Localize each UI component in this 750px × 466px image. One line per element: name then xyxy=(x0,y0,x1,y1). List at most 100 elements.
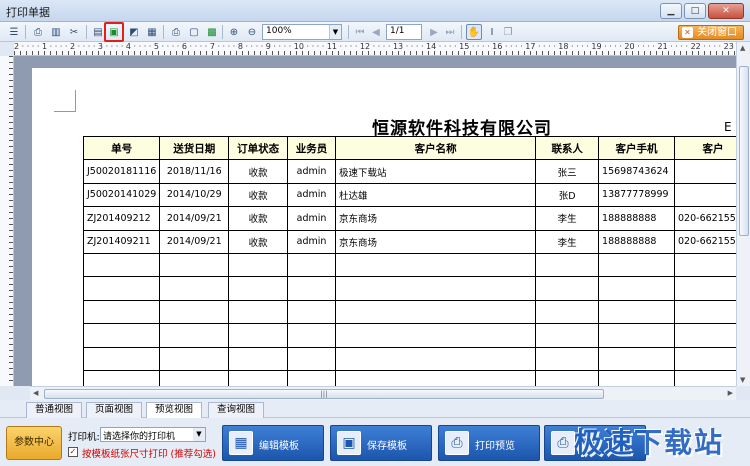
report-canvas[interactable]: 恒源软件科技有限公司 E 单号 送货日期 订单状态 业务员 客户名称 联系人 客户手机 客户 … xyxy=(14,56,736,386)
table-cell xyxy=(674,369,736,386)
table-cell xyxy=(82,276,161,301)
column-header: 客户 xyxy=(674,135,736,161)
horizontal-ruler: 2 · · · · 1 · · · · 2 · · · · 3 · · · · … xyxy=(14,42,736,56)
zoom-select[interactable]: 100% ▼ xyxy=(262,24,342,40)
column-header: 客户名称 xyxy=(334,135,537,161)
table-cell xyxy=(287,252,336,278)
prev-page-icon[interactable]: ◀ xyxy=(368,24,384,40)
text-cursor-icon[interactable]: I xyxy=(484,24,500,40)
vertical-scrollbar[interactable]: ▲ ▼ xyxy=(736,42,750,386)
paper-size-checkbox[interactable]: ✓ xyxy=(68,447,78,457)
watermark-logo-text: 极速下载站 xyxy=(574,426,725,459)
scroll-left-icon[interactable]: ◀ xyxy=(33,389,38,397)
preview-icon[interactable]: ▢ xyxy=(186,24,202,40)
horizontal-scrollbar[interactable]: ◀ ||| ▶ xyxy=(30,386,736,400)
tab-preview-view[interactable]: 预览视图 xyxy=(146,402,203,418)
scroll-down-icon[interactable]: ▼ xyxy=(740,376,745,384)
scroll-right-icon[interactable]: ▶ xyxy=(728,389,733,397)
table-cell: J50020141029 xyxy=(82,182,161,208)
table-cell xyxy=(598,276,676,301)
table-cell xyxy=(674,323,736,348)
maximize-button[interactable]: □ xyxy=(684,3,706,19)
table-cell xyxy=(674,252,736,278)
close-window-button[interactable]: ✕ 关闭窗口 xyxy=(678,25,744,40)
close-icon: ✕ xyxy=(682,27,693,38)
table-body: J50020181116 2018/11/16 收款 admin 极速下载站 张三 1569… xyxy=(82,159,736,386)
save-template-label: 保存模板 xyxy=(367,441,407,452)
toolbar-separator xyxy=(163,25,164,39)
edit-template-button[interactable]: ▦ 编辑模板 xyxy=(222,425,324,461)
table-cell: 收款 xyxy=(228,229,289,254)
table-cell: admin xyxy=(287,182,336,208)
table-cell: 2014/10/29 xyxy=(159,182,230,208)
copy-icon[interactable]: ❐ xyxy=(500,24,516,40)
save-icon[interactable]: ▩ xyxy=(204,24,220,40)
table-cell xyxy=(674,182,736,208)
export-pdf-icon[interactable]: ◩ xyxy=(126,24,142,40)
book-icon[interactable]: ▥ xyxy=(48,24,64,40)
table-cell: 188888888 xyxy=(598,206,676,231)
column-header: 客户手机 xyxy=(598,135,676,161)
hand-icon[interactable]: ✋ xyxy=(466,24,482,40)
table-cell: 2014/09/21 xyxy=(159,206,230,231)
printer-select[interactable]: 请选择你的打印机 ▼ xyxy=(100,427,206,442)
window-close-button[interactable]: ✕ xyxy=(708,3,744,19)
scroll-up-icon[interactable]: ▲ xyxy=(740,44,745,52)
tab-normal-view[interactable]: 普通视图 xyxy=(26,402,83,418)
title-bar: 打印单据 ▁ □ ✕ xyxy=(0,0,750,22)
table-cell: 张三 xyxy=(535,159,600,184)
table-cell xyxy=(598,252,676,278)
table-cell: ZJ201409211 xyxy=(82,229,161,254)
tools-icon[interactable]: ✂ xyxy=(66,24,82,40)
printer-label: 打印机: xyxy=(68,432,100,443)
table-cell: 收款 xyxy=(228,182,289,208)
table-cell: 张D xyxy=(535,182,600,208)
param-center-button[interactable]: 参数中心 xyxy=(6,426,62,460)
table-cell: admin xyxy=(287,159,336,184)
truncated-text: E xyxy=(724,120,732,134)
first-page-icon[interactable]: ⏮ xyxy=(352,24,368,40)
table-cell xyxy=(535,346,600,371)
table-cell xyxy=(334,276,537,301)
printer-value: 请选择你的打印机 xyxy=(103,432,176,442)
vertical-scroll-thumb[interactable] xyxy=(739,66,749,236)
zoom-in-icon[interactable]: ⊕ xyxy=(226,24,242,40)
print-icon[interactable]: ⎙ xyxy=(30,24,46,40)
export-image-icon[interactable]: ▦ xyxy=(144,24,160,40)
next-page-icon[interactable]: ▶ xyxy=(426,24,442,40)
table-cell xyxy=(287,323,336,348)
table-cell xyxy=(159,276,230,301)
page-number-field[interactable]: 1/1 xyxy=(386,24,422,40)
chevron-down-icon: ▼ xyxy=(329,25,341,39)
save-template-button[interactable]: ▣ 保存模板 xyxy=(330,425,432,461)
ruler-numbers: 2 · · · · 1 · · · · 2 · · · · 3 · · · · … xyxy=(14,42,736,51)
export-excel-icon[interactable]: ▣ xyxy=(104,22,124,42)
list-icon[interactable]: ☰ xyxy=(6,24,22,40)
print-icon-2[interactable]: ⎙ xyxy=(168,24,184,40)
table-cell: 020-66215500 xyxy=(674,206,736,231)
table-cell xyxy=(228,323,289,348)
table-cell xyxy=(159,346,230,371)
zoom-out-icon[interactable]: ⊖ xyxy=(244,24,260,40)
table-cell xyxy=(82,299,161,325)
table-cell: 京东商场 xyxy=(334,206,537,231)
tab-page-view[interactable]: 页面视图 xyxy=(86,402,143,418)
column-header: 订单状态 xyxy=(228,135,289,161)
table-cell: 2014/09/21 xyxy=(159,229,230,254)
table-cell xyxy=(674,346,736,371)
table-cell: ZJ201409212 xyxy=(82,206,161,231)
table-cell xyxy=(535,276,600,301)
table-row: ZJ201409212 2014/09/21 收款 admin 京东商场 李生 188888… xyxy=(82,206,736,231)
table-cell xyxy=(598,369,676,386)
table-cell: admin xyxy=(287,206,336,231)
print-preview-button[interactable]: ⎙ 打印预览 xyxy=(438,425,540,461)
last-page-icon[interactable]: ⏭ xyxy=(442,24,458,40)
horizontal-scroll-thumb[interactable]: ||| xyxy=(44,389,604,399)
table-cell: admin xyxy=(287,229,336,254)
tab-query-view[interactable]: 查询视图 xyxy=(208,402,265,418)
table-cell xyxy=(535,299,600,325)
table-cell xyxy=(159,369,230,386)
table-cell xyxy=(535,323,600,348)
zoom-value: 100% xyxy=(266,26,292,36)
minimize-button[interactable]: ▁ xyxy=(660,3,682,19)
